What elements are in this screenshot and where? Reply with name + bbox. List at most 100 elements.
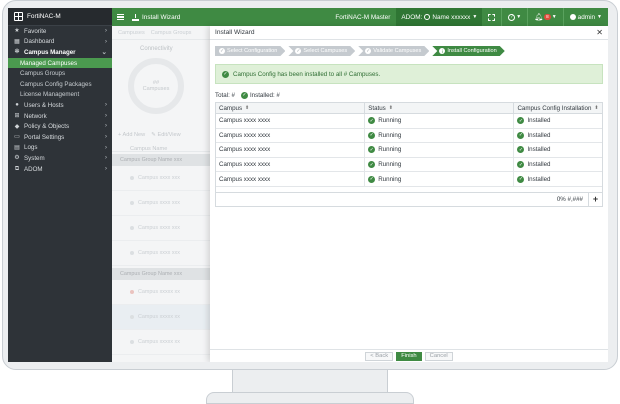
sidebar-item-campus-manager[interactable]: ✲ Campus Manager ⌄: [8, 47, 112, 58]
table-row[interactable]: Campus xxxx xxxx ✓ Running ✓ Installed: [216, 172, 602, 187]
campus-name-header: Campus Name: [112, 138, 210, 152]
installation-cell: ✓ Installed: [517, 117, 551, 125]
dialog-footer: < Back Finish Cancel: [210, 349, 608, 362]
monitor-base: [206, 392, 414, 404]
background-tab: Campus Groups: [150, 30, 192, 36]
step-install-configuration: i Install Configuration: [432, 46, 504, 56]
back-button[interactable]: < Back: [365, 351, 394, 361]
install-table: Campus ⬍ Status ⬍ Campus Config Installa…: [215, 102, 603, 207]
add-button[interactable]: +: [588, 192, 602, 207]
list-item: Campus xxxx xxx: [112, 166, 210, 191]
check-icon: ✓: [220, 48, 224, 53]
campus-cell: Campus xxxx xxxx: [216, 157, 366, 172]
cancel-button[interactable]: Cancel: [424, 351, 453, 361]
total-count: Total: #: [215, 91, 235, 99]
step-label: Select Configuration: [227, 48, 278, 54]
check-circle-icon: ✓: [240, 91, 248, 99]
donut-caption: Campuses: [142, 86, 170, 92]
check-circle-icon: ✓: [517, 161, 525, 169]
sort-icon: ⬍: [388, 105, 393, 111]
connectivity-donut: ## Campuses: [128, 58, 184, 114]
background-page: Campuses Campus Groups Connectivity ## C…: [112, 26, 210, 362]
help-menu[interactable]: ? ▼: [508, 13, 521, 21]
step-validate-campuses: ✓ Validate Campuses: [358, 46, 429, 56]
sidebar-item-network[interactable]: ⊞ Network ›: [8, 111, 112, 122]
sidebar-item-system[interactable]: ⚙ System ›: [8, 153, 112, 164]
installation-cell: ✓ Installed: [517, 131, 551, 139]
sidebar-item-label: Campus Manager: [24, 48, 76, 56]
sidebar-item-label: Network: [24, 112, 47, 120]
chevron-right-icon: ›: [104, 37, 107, 45]
sidebar-subitem-license-management[interactable]: License Management: [8, 90, 112, 101]
check-circle-icon: ✓: [222, 70, 229, 78]
sidebar-item-policy-objects[interactable]: ◆ Policy & Objects ›: [8, 121, 112, 132]
sidebar-item-adom[interactable]: ⧉ ADOM ›: [8, 164, 112, 175]
table-header: Campus ⬍ Status ⬍ Campus Config Installa…: [216, 103, 602, 114]
install-totals: Total: # ✓ Installed: #: [215, 91, 608, 99]
system-icon: ⚙: [14, 155, 20, 162]
chevron-right-icon: ›: [104, 143, 107, 151]
product-name: FortiNAC-M Master: [335, 13, 391, 21]
column-campus[interactable]: Campus ⬍: [216, 103, 366, 113]
sidebar-nav: ★ Favorite › ▦ Dashboard › ✲ Campus Mana…: [8, 26, 112, 174]
edit-view-button: ✎ Edit/View: [151, 132, 181, 138]
chevron-down-icon: ▼: [472, 14, 478, 20]
sidebar-subitem-managed-campuses[interactable]: Managed Campuses: [8, 57, 112, 69]
sidebar-item-portal-settings[interactable]: ▭ Portal Settings ›: [8, 132, 112, 143]
sidebar-item-favorite[interactable]: ★ Favorite ›: [8, 26, 112, 37]
check-circle-icon: ✓: [517, 175, 525, 183]
check-circle-icon: ✓: [368, 117, 376, 125]
close-icon[interactable]: ✕: [596, 28, 603, 37]
check-circle-icon: ✓: [517, 117, 525, 125]
table-footer: 0% #,### +: [216, 191, 602, 207]
menu-icon[interactable]: [112, 8, 128, 26]
chevron-right-icon: ›: [104, 122, 107, 130]
installation-cell: ✓ Installed: [517, 175, 551, 183]
install-wizard-label: Install Wizard: [142, 13, 181, 21]
add-new-button: + Add New: [118, 132, 146, 138]
adom-selector[interactable]: ADOM: Name xxxxxx ▼: [396, 8, 483, 26]
adom-name: Name xxxxxx: [432, 13, 471, 21]
installation-cell: ✓ Installed: [517, 146, 551, 154]
campus-cell: Campus xxxx xxxx: [216, 172, 366, 186]
table-row[interactable]: Campus xxxx xxxx ✓ Running ✓ Installed: [216, 128, 602, 144]
group-row: Campus Group Name xxx: [112, 268, 210, 280]
install-wizard-dialog: Install Wizard ✕ ✓ Select Configuration …: [210, 26, 608, 362]
sidebar-item-label: Policy & Objects: [24, 123, 70, 131]
sidebar-item-label: Favorite: [24, 27, 47, 35]
brand: FortiNAC-M: [8, 8, 112, 26]
sidebar-item-label: System: [24, 154, 45, 162]
column-status[interactable]: Status ⬍: [365, 103, 515, 113]
step-label: Install Configuration: [447, 48, 497, 54]
sidebar-item-label: Dashboard: [24, 38, 55, 46]
install-wizard-tab[interactable]: Install Wizard: [128, 13, 181, 21]
column-installation[interactable]: Campus Config Installation ⬍: [514, 103, 602, 113]
fullscreen-icon[interactable]: [488, 13, 496, 21]
finish-button[interactable]: Finish: [396, 351, 422, 361]
chevron-right-icon: ›: [104, 132, 107, 140]
sort-icon: ⬍: [245, 105, 250, 111]
notifications-menu[interactable]: 🔔︎ 8 ▼: [534, 13, 557, 21]
donut-title: Connectivity: [140, 46, 173, 52]
star-icon: ★: [14, 28, 20, 35]
sidebar-item-dashboard[interactable]: ▦ Dashboard ›: [8, 37, 112, 48]
step-select-configuration: ✓ Select Configuration: [215, 46, 285, 56]
notification-badge: 8: [544, 14, 551, 20]
adom-icon: ⧉: [14, 166, 20, 173]
sidebar-item-users-hosts[interactable]: ● Users & Hosts ›: [8, 100, 112, 111]
sidebar-subitem-campus-groups[interactable]: Campus Groups: [8, 68, 112, 79]
network-icon: ⊞: [14, 113, 20, 120]
user-menu[interactable]: admin ▼: [569, 14, 602, 21]
list-item: Campus xxxxx xx: [112, 280, 210, 305]
sidebar-item-logs[interactable]: ▤ Logs ›: [8, 143, 112, 154]
table-row[interactable]: Campus xxxx xxxx ✓ Running ✓ Installed: [216, 157, 602, 173]
installation-cell: ✓ Installed: [517, 161, 551, 169]
sidebar-subitem-campus-config-packages[interactable]: Campus Config Packages: [8, 79, 112, 90]
table-row[interactable]: Campus xxxx xxxx ✓ Running ✓ Installed: [216, 143, 602, 158]
divider: [501, 8, 503, 26]
sidebar-item-label: Users & Hosts: [24, 101, 64, 109]
table-row[interactable]: Campus xxxx xxxx ✓ Running ✓ Installed: [216, 114, 602, 129]
status-cell: ✓ Running: [365, 128, 515, 143]
chevron-down-icon: ▼: [551, 14, 557, 20]
installed-count: Installed: #: [249, 91, 280, 99]
